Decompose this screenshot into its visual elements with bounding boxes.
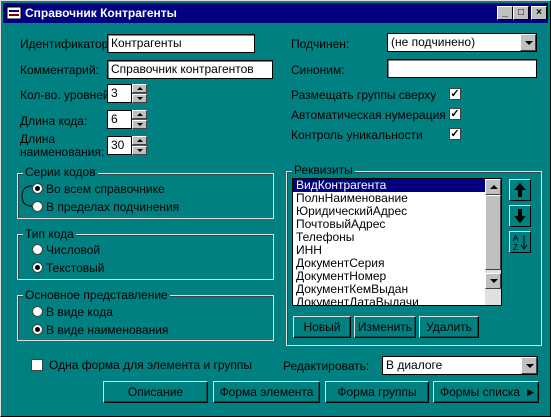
name-length-spinner[interactable]: 30 <box>107 136 147 155</box>
view-code-label: В виде кода <box>46 305 113 319</box>
subordinate-value: (не подчинено) <box>391 35 476 49</box>
code-length-label: Длина кода: <box>20 114 88 128</box>
one-form-label: Одна форма для элемента и группы <box>49 358 253 372</box>
levels-value[interactable]: 3 <box>107 84 132 103</box>
arrow-up-icon <box>514 183 526 197</box>
code-length-down-arrow-icon[interactable] <box>132 120 147 129</box>
view-name-radio[interactable] <box>32 324 43 335</box>
app-icon <box>6 6 22 20</box>
move-up-button[interactable] <box>509 179 531 201</box>
requisites-scrollbar[interactable] <box>485 179 501 305</box>
delete-button[interactable]: Удалить <box>419 316 479 338</box>
code-series-title: Серии кодов <box>23 165 98 179</box>
list-forms-label: Формы списка <box>439 385 521 399</box>
minimize-button[interactable]: _ <box>497 6 513 20</box>
requisites-list[interactable]: ВидКонтрагента ПолнНаименование Юридичес… <box>292 178 502 306</box>
list-item[interactable]: ДокументДатаВыдачи <box>293 296 501 306</box>
list-item[interactable]: Телефоны <box>293 231 501 244</box>
type-numeric-radio[interactable] <box>32 244 43 255</box>
comment-label: Комментарий: <box>20 63 99 77</box>
levels-spinner[interactable]: 3 <box>107 84 147 103</box>
type-numeric-label: Числовой <box>46 243 101 257</box>
window: Справочник Контрагенты _ □ × Идентификат… <box>0 0 551 417</box>
close-button[interactable]: × <box>531 6 547 20</box>
group-form-button[interactable]: Форма группы <box>325 381 429 403</box>
maximize-button[interactable]: □ <box>513 6 529 20</box>
series-all-radio[interactable] <box>32 183 43 194</box>
synonym-input[interactable] <box>387 59 537 78</box>
window-title: Справочник Контрагенты <box>25 6 177 20</box>
svg-text:Z: Z <box>513 243 518 252</box>
code-length-spinner[interactable]: 6 <box>107 110 147 129</box>
description-button[interactable]: Описание <box>103 381 208 403</box>
subordinate-select[interactable]: (не подчинено) <box>387 33 537 52</box>
series-subordinate-radio[interactable] <box>32 201 43 212</box>
check-label-groups-top: Размещать группы сверху <box>291 88 437 102</box>
series-all-label: Во всем справочнике <box>46 182 165 196</box>
scroll-thumb[interactable] <box>485 195 501 270</box>
one-form-checkbox[interactable] <box>31 359 43 371</box>
chevron-down-icon[interactable] <box>520 34 536 51</box>
subordinate-label: Подчинен: <box>291 37 350 51</box>
requisites-title: Реквизиты <box>292 163 355 177</box>
levels-up-arrow-icon[interactable] <box>132 84 147 93</box>
name-length-label-line1: Длина <box>20 132 56 146</box>
check-label-auto-number: Автоматическая нумерация <box>291 108 446 122</box>
name-length-up-arrow-icon[interactable] <box>132 136 147 145</box>
code-length-value[interactable]: 6 <box>107 110 132 129</box>
scroll-up-arrow-icon[interactable] <box>485 179 501 195</box>
svg-text:A: A <box>513 234 519 243</box>
edit-mode-label: Редактировать: <box>283 359 370 373</box>
code-type-title: Тип кода <box>23 227 76 241</box>
synonym-label: Синоним: <box>291 63 345 77</box>
unique-checkbox[interactable]: ✓ <box>449 128 461 140</box>
chevron-right-icon: ▶ <box>527 387 534 397</box>
main-view-title: Основное представление <box>23 288 170 302</box>
comment-input[interactable]: Справочник контрагентов <box>107 60 273 79</box>
type-text-radio[interactable] <box>32 262 43 273</box>
groups-top-checkbox[interactable]: ✓ <box>449 88 461 100</box>
identifier-input[interactable]: Контрагенты <box>107 34 255 53</box>
name-length-label-line2: наименования: <box>20 145 105 159</box>
series-subordinate-label: В пределах подчинения <box>46 200 180 214</box>
move-down-button[interactable] <box>509 205 531 227</box>
list-forms-button[interactable]: Формы списка ▶ <box>433 381 539 403</box>
edit-mode-value: В диалоге <box>386 358 443 372</box>
code-length-up-arrow-icon[interactable] <box>132 110 147 119</box>
title-bar[interactable]: Справочник Контрагенты _ □ × <box>3 3 548 23</box>
levels-label: Кол-во. уровней: <box>20 88 113 102</box>
edit-button[interactable]: Изменить <box>354 316 416 338</box>
sort-button[interactable]: A Z <box>509 231 531 253</box>
type-text-label: Текстовый <box>46 261 105 275</box>
name-length-value[interactable]: 30 <box>107 136 132 155</box>
new-button[interactable]: Новый <box>293 316 351 338</box>
view-name-label: В виде наименования <box>46 323 169 337</box>
chevron-down-icon[interactable] <box>521 357 537 374</box>
scroll-down-arrow-icon[interactable] <box>485 273 501 289</box>
arrow-down-icon <box>514 209 526 223</box>
edit-mode-select[interactable]: В диалоге <box>382 356 538 375</box>
levels-down-arrow-icon[interactable] <box>132 94 147 103</box>
check-label-unique: Контроль уникальности <box>291 128 423 142</box>
name-length-down-arrow-icon[interactable] <box>132 146 147 155</box>
view-code-radio[interactable] <box>32 306 43 317</box>
identifier-label: Идентификатор: <box>20 37 112 51</box>
element-form-button[interactable]: Форма элемента <box>213 381 320 403</box>
sort-az-icon: A Z <box>513 234 528 252</box>
auto-number-checkbox[interactable]: ✓ <box>449 108 461 120</box>
